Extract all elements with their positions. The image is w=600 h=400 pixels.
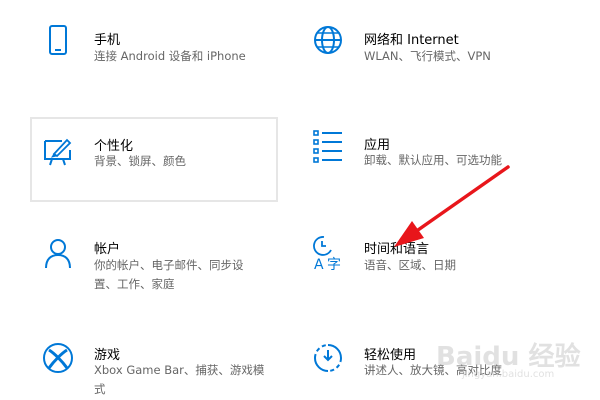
tile-title: 时间和语言 bbox=[364, 242, 430, 257]
tile-description: 背景、锁屏、颜色 bbox=[94, 154, 186, 168]
personalization-icon bbox=[42, 135, 74, 167]
apps-list-icon bbox=[312, 129, 344, 163]
globe-icon bbox=[312, 24, 344, 56]
tile-description: 连接 Android 设备和 iPhone bbox=[94, 49, 246, 63]
tile-description: 语音、区域、日期 bbox=[364, 258, 456, 272]
account-person-icon bbox=[42, 237, 74, 269]
phone-icon bbox=[42, 24, 74, 56]
settings-home: 手机 连接 Android 设备和 iPhone 网络和 Internet WL… bbox=[0, 0, 600, 400]
tile-personalization[interactable]: 个性化 背景、锁屏、颜色 bbox=[30, 117, 278, 202]
svg-text:字: 字 bbox=[327, 257, 341, 271]
tile-title: 帐户 bbox=[94, 242, 121, 257]
tile-title: 网络和 Internet bbox=[364, 33, 459, 48]
tile-gaming[interactable]: 游戏 Xbox Game Bar、捕获、游戏模式 bbox=[30, 332, 280, 398]
tile-description: WLAN、飞行模式、VPN bbox=[364, 49, 491, 63]
tile-description: Xbox Game Bar、捕获、游戏模式 bbox=[94, 363, 265, 396]
tile-title: 手机 bbox=[94, 33, 121, 48]
svg-text:A: A bbox=[314, 257, 324, 271]
tile-phone[interactable]: 手机 连接 Android 设备和 iPhone bbox=[30, 10, 280, 90]
tile-ease-of-access[interactable]: 轻松使用 讲述人、放大镜、高对比度 bbox=[300, 332, 570, 398]
tile-accounts[interactable]: 帐户 你的帐户、电子邮件、同步设置、工作、家庭 bbox=[30, 225, 280, 305]
tile-description: 讲述人、放大镜、高对比度 bbox=[364, 363, 502, 377]
tile-time-language[interactable]: A 字 时间和语言 语音、区域、日期 bbox=[300, 225, 570, 305]
tile-apps[interactable]: 应用 卸载、默认应用、可选功能 bbox=[300, 117, 570, 202]
time-language-icon: A 字 bbox=[312, 235, 344, 271]
tile-network[interactable]: 网络和 Internet WLAN、飞行模式、VPN bbox=[300, 10, 570, 90]
ease-of-access-icon bbox=[312, 342, 344, 374]
tile-description: 你的帐户、电子邮件、同步设置、工作、家庭 bbox=[94, 258, 244, 291]
xbox-icon bbox=[42, 342, 74, 374]
tile-description: 卸载、默认应用、可选功能 bbox=[364, 153, 502, 167]
